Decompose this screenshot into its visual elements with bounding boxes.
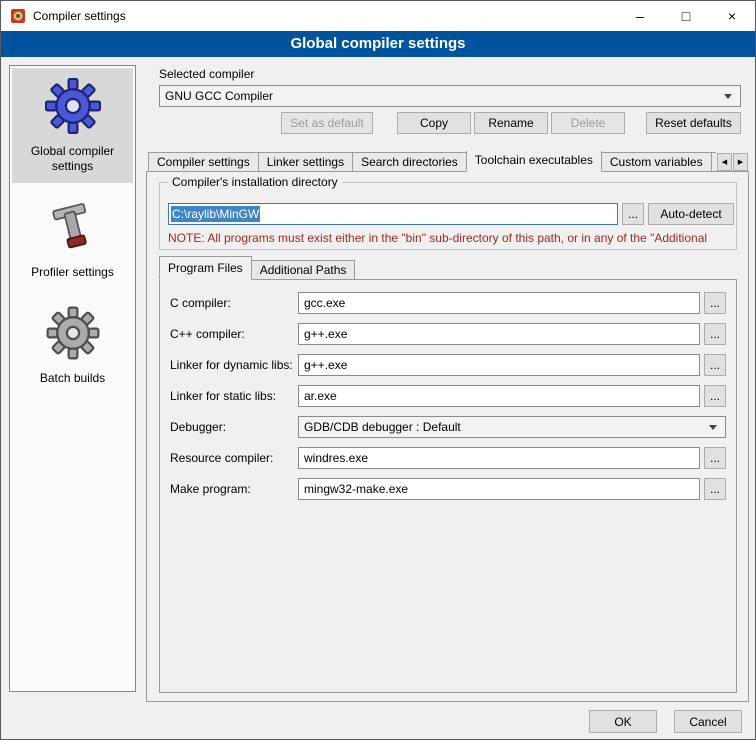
make-program-browse-button[interactable]: ...: [704, 478, 726, 500]
static-linker-value: ar.exe: [304, 389, 337, 403]
resource-compiler-browse-button[interactable]: ...: [704, 447, 726, 469]
maximize-button[interactable]: □: [663, 1, 709, 31]
cancel-button[interactable]: Cancel: [674, 710, 742, 733]
settings-category-list: Global compiler settings Profiler settin…: [9, 65, 136, 692]
resource-compiler-label: Resource compiler:: [170, 451, 298, 465]
form-row-resource-compiler: Resource compiler: windres.exe ...: [170, 447, 726, 469]
form-row-dynamic-linker: Linker for dynamic libs: g++.exe ...: [170, 354, 726, 376]
installation-directory-input[interactable]: C:\raylib\MinGW: [168, 203, 618, 225]
dynamic-linker-browse-button[interactable]: ...: [704, 354, 726, 376]
make-program-input[interactable]: mingw32-make.exe: [298, 478, 700, 500]
toolchain-executables-panel: Compiler's installation directory C:\ray…: [146, 171, 749, 702]
installation-directory-value: C:\raylib\MinGW: [171, 206, 260, 222]
ok-button[interactable]: OK: [589, 710, 657, 733]
rename-button[interactable]: Rename: [474, 112, 548, 134]
sidebar-item-batch-builds[interactable]: Batch builds: [12, 295, 133, 395]
window-controls: – □ ×: [617, 1, 755, 31]
dynamic-linker-label: Linker for dynamic libs:: [170, 358, 298, 372]
bin-subdirectory-note: NOTE: All programs must exist either in …: [168, 231, 734, 245]
static-linker-input[interactable]: ar.exe: [298, 385, 700, 407]
tab-search-directories[interactable]: Search directories: [352, 152, 467, 172]
set-as-default-button: Set as default: [281, 112, 373, 134]
settings-tabs: Compiler settings Linker settings Search…: [148, 151, 716, 172]
static-linker-label: Linker for static libs:: [170, 389, 298, 403]
dynamic-linker-value: g++.exe: [304, 358, 347, 372]
form-row-cpp-compiler: C++ compiler: g++.exe ...: [170, 323, 726, 345]
tab-program-files[interactable]: Program Files: [159, 256, 252, 280]
compiler-select[interactable]: GNU GCC Compiler: [159, 85, 741, 107]
make-program-label: Make program:: [170, 482, 298, 496]
make-program-value: mingw32-make.exe: [304, 482, 408, 496]
c-compiler-label: C compiler:: [170, 296, 298, 310]
cpp-compiler-input[interactable]: g++.exe: [298, 323, 700, 345]
tab-additional-paths[interactable]: Additional Paths: [251, 260, 356, 280]
selected-compiler-label: Selected compiler: [159, 67, 254, 81]
close-button[interactable]: ×: [709, 1, 755, 31]
form-row-static-linker: Linker for static libs: ar.exe ...: [170, 385, 726, 407]
sidebar-item-profiler-settings[interactable]: Profiler settings: [12, 189, 133, 289]
form-row-c-compiler: C compiler: gcc.exe ...: [170, 292, 726, 314]
static-linker-browse-button[interactable]: ...: [704, 385, 726, 407]
app-icon: [10, 8, 26, 24]
gear-blue-icon: [45, 78, 101, 137]
form-row-debugger: Debugger: GDB/CDB debugger : Default: [170, 416, 726, 438]
tab-scroll-right-icon[interactable]: ▶: [733, 153, 748, 171]
dialog-banner: Global compiler settings: [1, 31, 755, 57]
copy-button[interactable]: Copy: [397, 112, 471, 134]
minimize-button[interactable]: –: [617, 1, 663, 31]
sidebar-item-global-compiler-settings[interactable]: Global compiler settings: [12, 68, 133, 183]
installation-directory-group: Compiler's installation directory C:\ray…: [159, 182, 737, 250]
c-compiler-browse-button[interactable]: ...: [704, 292, 726, 314]
delete-button: Delete: [551, 112, 625, 134]
installation-directory-browse-button[interactable]: ...: [622, 203, 644, 225]
sidebar-item-label: Batch builds: [40, 371, 105, 386]
sidebar-item-label: Global compiler settings: [15, 144, 130, 174]
reset-defaults-button[interactable]: Reset defaults: [646, 112, 741, 134]
debugger-select-value: GDB/CDB debugger : Default: [304, 420, 461, 434]
tab-scroll-left-icon[interactable]: ◀: [717, 153, 732, 171]
cpp-compiler-value: g++.exe: [304, 327, 347, 341]
form-row-make-program: Make program: mingw32-make.exe ...: [170, 478, 726, 500]
tab-toolchain-executables[interactable]: Toolchain executables: [466, 151, 602, 172]
c-compiler-value: gcc.exe: [304, 296, 345, 310]
installation-directory-group-title: Compiler's installation directory: [168, 175, 342, 189]
tab-compiler-settings[interactable]: Compiler settings: [148, 152, 259, 172]
chevron-down-icon: [721, 94, 735, 99]
window-title: Compiler settings: [33, 9, 126, 23]
cpp-compiler-label: C++ compiler:: [170, 327, 298, 341]
debugger-label: Debugger:: [170, 420, 298, 434]
tab-custom-variables[interactable]: Custom variables: [601, 152, 712, 172]
tab-build-options[interactable]: Builc: [711, 152, 716, 172]
resource-compiler-value: windres.exe: [304, 451, 368, 465]
dynamic-linker-input[interactable]: g++.exe: [298, 354, 700, 376]
program-tabs: Program Files Additional Paths: [159, 259, 354, 280]
compiler-select-value: GNU GCC Compiler: [165, 89, 273, 103]
profiler-tool-icon: [45, 199, 101, 258]
c-compiler-input[interactable]: gcc.exe: [298, 292, 700, 314]
auto-detect-button[interactable]: Auto-detect: [648, 203, 734, 225]
chevron-down-icon: [706, 425, 720, 430]
resource-compiler-input[interactable]: windres.exe: [298, 447, 700, 469]
gear-gray-icon: [45, 305, 101, 364]
debugger-select[interactable]: GDB/CDB debugger : Default: [298, 416, 726, 438]
tab-linker-settings[interactable]: Linker settings: [258, 152, 353, 172]
cpp-compiler-browse-button[interactable]: ...: [704, 323, 726, 345]
titlebar: Compiler settings – □ ×: [1, 1, 755, 31]
sidebar-item-label: Profiler settings: [31, 265, 114, 280]
program-files-panel: C compiler: gcc.exe ... C++ compiler: g+…: [159, 279, 737, 693]
